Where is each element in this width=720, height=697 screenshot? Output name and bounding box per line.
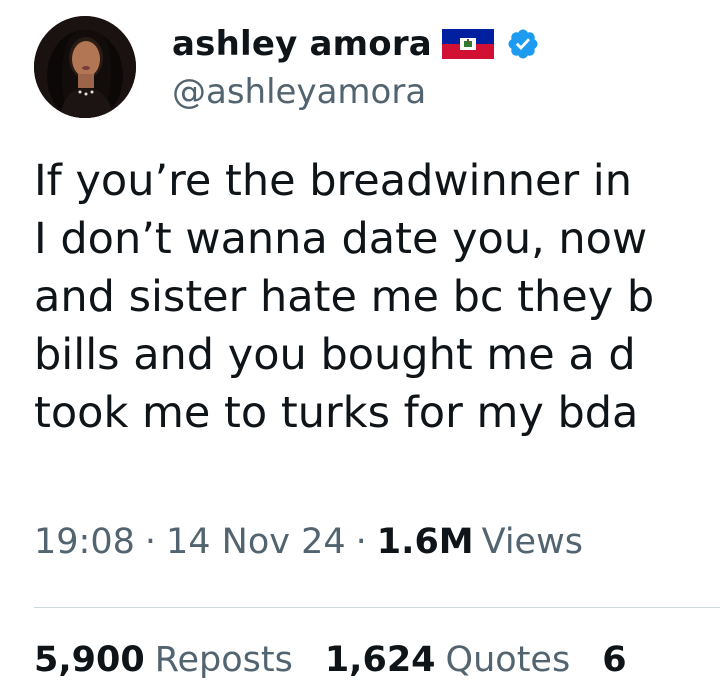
haiti-flag-icon <box>441 29 494 59</box>
reposts-stat[interactable]: 5,900 Reposts <box>34 640 293 680</box>
likes-count-partial: 6 <box>602 640 627 680</box>
tweet-card: ashley amora @ashleyamora If you’re the … <box>0 0 720 697</box>
avatar-photo <box>34 16 136 118</box>
author-name-row: ashley amora <box>172 20 540 68</box>
tweet-text-line: bills and you bought me a d <box>34 330 636 380</box>
views-count: 1.6M <box>376 522 474 562</box>
display-name[interactable]: ashley amora <box>172 24 432 64</box>
quotes-count: 1,624 <box>324 640 436 680</box>
quotes-label: Quotes <box>445 640 571 680</box>
reposts-label: Reposts <box>154 640 293 680</box>
tweet-text-line: and sister hate me bc they b <box>34 272 655 322</box>
tweet-date[interactable]: 14 Nov 24 <box>166 522 346 562</box>
views-label: Views <box>481 522 583 562</box>
tweet-text-line: took me to turks for my bda <box>34 388 639 438</box>
tweet-text-line: I don’t wanna date you, now <box>34 214 648 264</box>
meta-separator: · <box>144 522 157 562</box>
tweet-text: If you’re the breadwinner in I don’t wan… <box>34 152 720 442</box>
avatar[interactable] <box>34 16 136 118</box>
verified-badge-icon <box>506 27 540 61</box>
tweet-text-line: If you’re the breadwinner in <box>34 156 633 206</box>
divider <box>34 607 720 608</box>
reposts-count: 5,900 <box>34 640 145 680</box>
quotes-stat[interactable]: 1,624 Quotes <box>325 640 570 680</box>
engagement-stats: 5,900 Reposts 1,624 Quotes 6 <box>34 640 669 680</box>
author-handle[interactable]: @ashleyamora <box>172 72 426 112</box>
tweet-time[interactable]: 19:08 <box>34 522 135 562</box>
likes-stat[interactable]: 6 <box>602 640 636 680</box>
meta-separator: · <box>355 522 367 562</box>
tweet-meta: 19:08 · 14 Nov 24 · 1.6M Views <box>34 522 583 562</box>
